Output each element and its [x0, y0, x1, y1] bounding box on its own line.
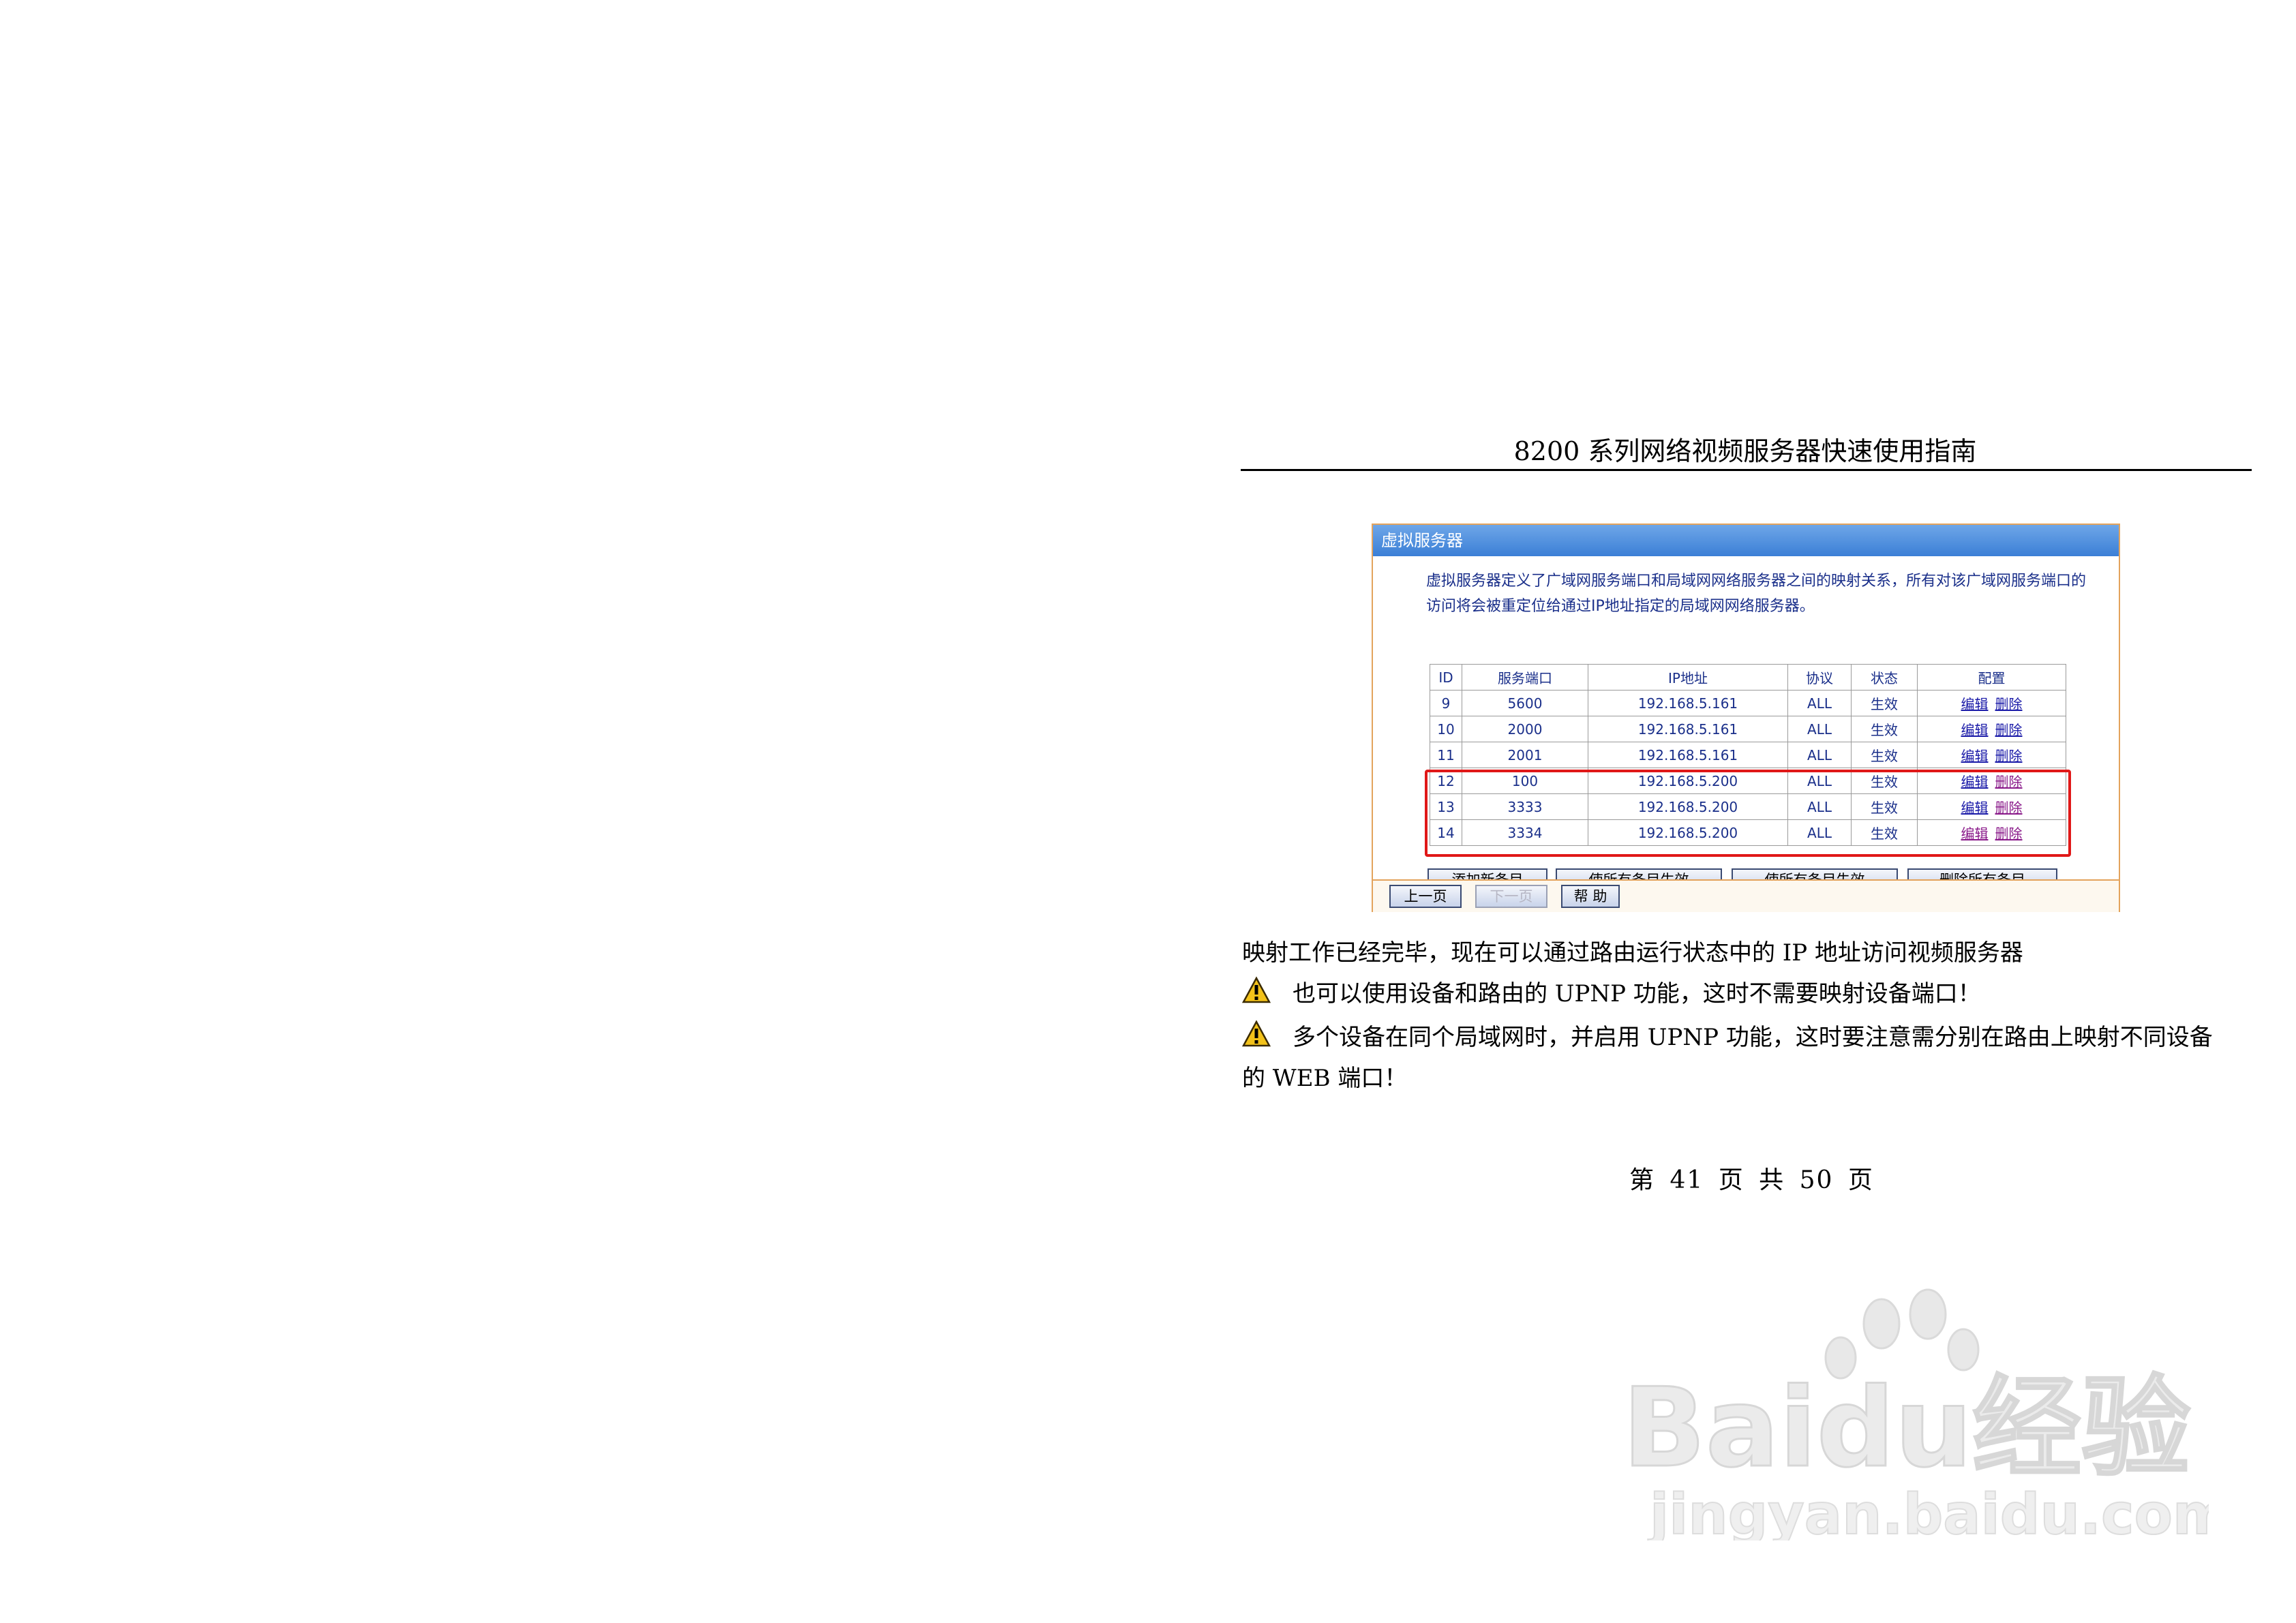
table-row: 12 100 192.168.5.200 ALL 生效 编辑 删除 [1430, 768, 2066, 794]
warning-triangle-icon [1242, 976, 1271, 1003]
warning-text-upnp: 也可以使用设备和路由的 UPNP 功能，这时不需要映射设备端口！ [1293, 980, 1981, 1007]
edit-link[interactable]: 编辑 [1961, 722, 1989, 738]
panel-title: 虚拟服务器 [1373, 525, 2119, 556]
virtual-server-panel: 虚拟服务器 虚拟服务器定义了广域网服务端口和局域网网络服务器之间的映射关系，所有… [1372, 524, 2120, 912]
delete-link[interactable]: 删除 [1995, 825, 2023, 842]
cell-config: 编辑 删除 [1917, 768, 2066, 794]
cell-status: 生效 [1851, 716, 1918, 742]
column-header-id: ID [1430, 664, 1462, 691]
page-number: 第 41 页 共 50 页 [1629, 1166, 1874, 1194]
completion-text: 映射工作已经完毕，现在可以通过路由运行状态中的 IP 地址访问视频服务器 [1242, 939, 2023, 967]
edit-link[interactable]: 编辑 [1961, 748, 1989, 764]
panel-body: 虚拟服务器定义了广域网服务端口和局域网网络服务器之间的映射关系，所有对该广域网服… [1373, 556, 2119, 892]
cell-id: 12 [1430, 768, 1462, 794]
table-row: 9 5600 192.168.5.161 ALL 生效 编辑 删除 [1430, 690, 2066, 716]
table-row: 11 2001 192.168.5.161 ALL 生效 编辑 删除 [1430, 742, 2066, 768]
cell-ip: 192.168.5.161 [1588, 716, 1788, 742]
cell-protocol: ALL [1787, 690, 1852, 716]
help-button[interactable]: 帮 助 [1561, 885, 1620, 908]
delete-link[interactable]: 删除 [1995, 722, 2023, 738]
cell-port: 3333 [1462, 793, 1588, 820]
cell-id: 11 [1430, 742, 1462, 768]
cell-config: 编辑 删除 [1917, 742, 2066, 768]
edit-link[interactable]: 编辑 [1961, 825, 1989, 842]
cell-protocol: ALL [1787, 793, 1852, 820]
edit-link[interactable]: 编辑 [1961, 774, 1989, 790]
cell-ip: 192.168.5.200 [1588, 819, 1788, 846]
prev-page-button[interactable]: 上一页 [1389, 885, 1462, 908]
header-rule [1241, 469, 2252, 471]
delete-link[interactable]: 删除 [1995, 748, 2023, 764]
cell-ip: 192.168.5.200 [1588, 793, 1788, 820]
cell-port: 2001 [1462, 742, 1588, 768]
column-header-config: 配置 [1917, 664, 2066, 691]
cell-id: 9 [1430, 690, 1462, 716]
cell-ip: 192.168.5.161 [1588, 742, 1788, 768]
delete-link[interactable]: 删除 [1995, 696, 2023, 712]
cell-port: 3334 [1462, 819, 1588, 846]
edit-link[interactable]: 编辑 [1961, 696, 1989, 712]
cell-id: 10 [1430, 716, 1462, 742]
cell-config: 编辑 删除 [1917, 690, 2066, 716]
baidu-jingyan-watermark: Baidu经验 jingyan.baidu.com [1622, 1288, 2209, 1541]
cell-ip: 192.168.5.200 [1588, 768, 1788, 794]
cell-protocol: ALL [1787, 768, 1852, 794]
column-header-port: 服务端口 [1462, 664, 1588, 691]
table-row: 13 3333 192.168.5.200 ALL 生效 编辑 删除 [1430, 793, 2066, 820]
table-row: 14 3334 192.168.5.200 ALL 生效 编辑 删除 [1430, 819, 2066, 846]
warning-text-multiple-devices: 多个设备在同个局域网时，并启用 UPNP 功能，这时要注意需分别在路由上映射不同… [1293, 1024, 2213, 1051]
table-row: 10 2000 192.168.5.161 ALL 生效 编辑 删除 [1430, 716, 2066, 742]
warning-text-multiple-devices-cont: 的 WEB 端口！ [1242, 1065, 1408, 1092]
delete-link[interactable]: 删除 [1995, 800, 2023, 816]
cell-config: 编辑 删除 [1917, 716, 2066, 742]
cell-id: 13 [1430, 793, 1462, 820]
cell-port: 100 [1462, 768, 1588, 794]
cell-protocol: ALL [1787, 819, 1852, 846]
cell-protocol: ALL [1787, 742, 1852, 768]
column-header-ip: IP地址 [1588, 664, 1788, 691]
cell-protocol: ALL [1787, 716, 1852, 742]
panel-footer: 上一页 下一页 帮 助 [1373, 879, 2119, 912]
watermark-url-text: jingyan.baidu.com [1648, 1483, 2209, 1541]
cell-status: 生效 [1851, 690, 1918, 716]
table-header-row: ID 服务端口 IP地址 协议 状态 配置 [1430, 664, 2066, 691]
cell-config: 编辑 删除 [1917, 793, 2066, 820]
cell-ip: 192.168.5.161 [1588, 690, 1788, 716]
document-header-title: 8200 系列网络视频服务器快速使用指南 [1513, 436, 1977, 466]
watermark-logo-text: Baidu经验 [1622, 1364, 2190, 1491]
next-page-button[interactable]: 下一页 [1475, 885, 1547, 908]
column-header-protocol: 协议 [1787, 664, 1852, 691]
cell-port: 5600 [1462, 690, 1588, 716]
virtual-server-table: ID 服务端口 IP地址 协议 状态 配置 9 5600 192.168.5.1… [1430, 664, 2066, 846]
cell-status: 生效 [1851, 819, 1918, 846]
cell-status: 生效 [1851, 742, 1918, 768]
warning-triangle-icon [1242, 1020, 1271, 1047]
edit-link[interactable]: 编辑 [1961, 800, 1989, 816]
cell-status: 生效 [1851, 793, 1918, 820]
column-header-status: 状态 [1851, 664, 1918, 691]
cell-id: 14 [1430, 819, 1462, 846]
panel-description: 虚拟服务器定义了广域网服务端口和局域网网络服务器之间的映射关系，所有对该广域网服… [1426, 573, 2087, 615]
cell-config: 编辑 删除 [1917, 819, 2066, 846]
delete-link[interactable]: 删除 [1995, 774, 2023, 790]
cell-status: 生效 [1851, 768, 1918, 794]
cell-port: 2000 [1462, 716, 1588, 742]
